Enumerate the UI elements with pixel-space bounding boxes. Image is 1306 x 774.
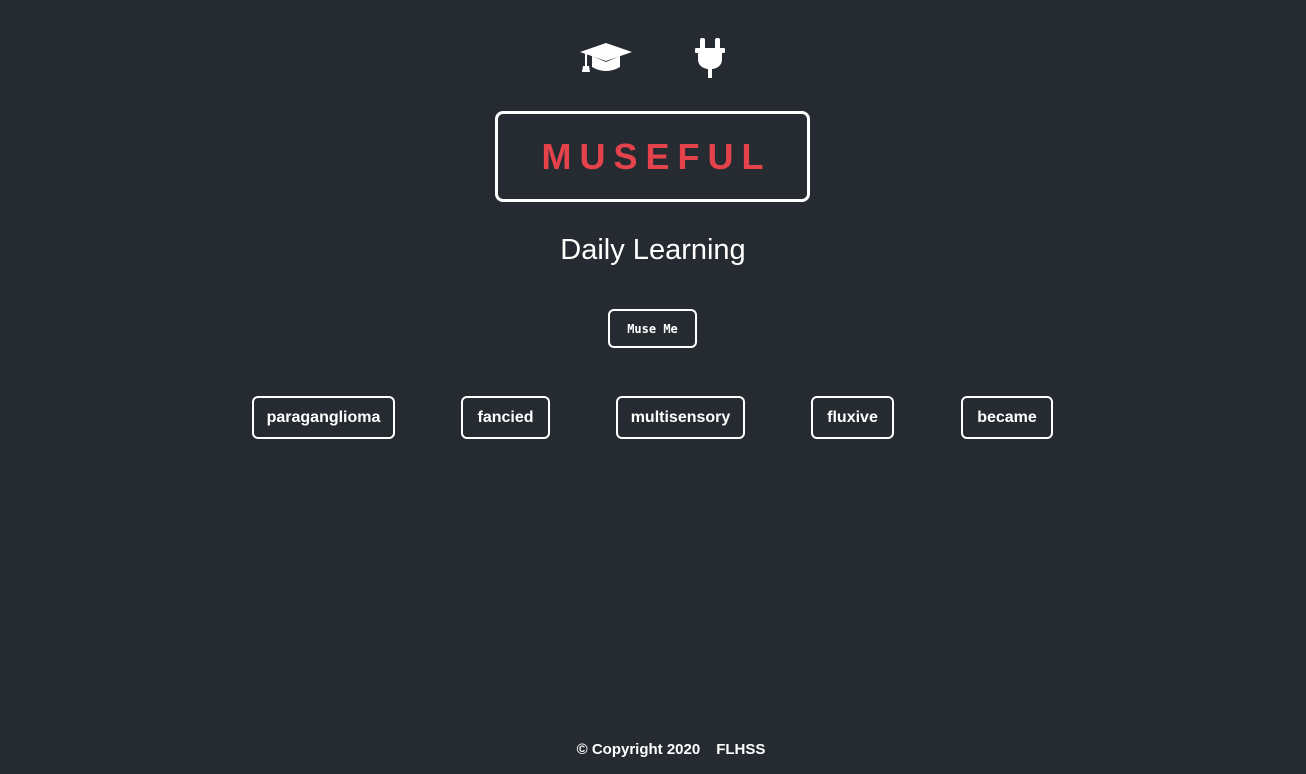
graduation-cap-icon[interactable] — [578, 38, 634, 78]
footer-org: FLHSS — [716, 741, 766, 758]
logo-text: MUSEFUL — [541, 135, 772, 177]
plug-icon[interactable] — [690, 36, 730, 80]
word-chip[interactable]: paraganglioma — [252, 396, 395, 439]
muse-me-button[interactable]: Muse Me — [608, 309, 697, 348]
logo-box: MUSEFUL — [495, 111, 810, 202]
word-chip[interactable]: fluxive — [811, 396, 894, 439]
word-chip[interactable]: multisensory — [616, 396, 745, 439]
plug-svg — [695, 38, 725, 78]
word-chip[interactable]: became — [961, 396, 1053, 439]
page-subtitle: Daily Learning — [560, 234, 746, 266]
copyright-text: © Copyright 2020 — [576, 741, 701, 758]
footer: © Copyright 2020 FLHSS — [0, 741, 1306, 758]
graduation-cap-svg — [580, 43, 632, 72]
word-chip[interactable]: fancied — [461, 396, 550, 439]
page: MUSEFUL Daily Learning Muse Me paragangl… — [0, 0, 1306, 774]
